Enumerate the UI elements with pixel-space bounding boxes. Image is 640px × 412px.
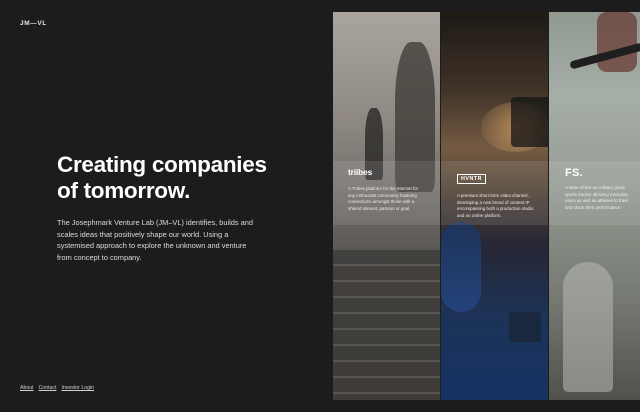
- page-headline: Creating companies of tomorrow.: [57, 152, 307, 204]
- site-logo[interactable]: JM—VL: [20, 20, 47, 27]
- footer-link-investor-login[interactable]: Investor Login: [61, 385, 94, 391]
- venture-panel-fs[interactable]: FS. A state-of-the-art military-grade sp…: [549, 12, 640, 400]
- venture-logo-hvntr: HVNTR: [457, 174, 487, 184]
- headline-line-2: of tomorrow.: [57, 178, 191, 203]
- footer-nav: About Contact Investor Login: [20, 385, 94, 391]
- venture-description: A state-of-the-art military-grade sports…: [565, 185, 629, 210]
- intro-paragraph: The Josephmark Venture Lab (JM–VL) ident…: [57, 218, 253, 262]
- venture-logo-triibes: triibes: [348, 167, 373, 177]
- hero-section: Creating companies of tomorrow. The Jose…: [57, 152, 307, 263]
- venture-logo-fs: FS.: [565, 167, 584, 179]
- footer-link-contact[interactable]: Contact: [39, 385, 57, 391]
- headline-line-1: Creating companies: [57, 152, 267, 177]
- venture-panels: triibes A Triibes platform for the Inter…: [333, 12, 640, 400]
- venture-description: A premium short-form video channel, deve…: [457, 193, 534, 218]
- venture-description: A Triibes platform for the Internet for …: [348, 186, 419, 211]
- venture-card: FS. A state-of-the-art military-grade sp…: [549, 161, 640, 225]
- venture-panel-triibes[interactable]: triibes A Triibes platform for the Inter…: [333, 12, 440, 400]
- venture-card: HVNTR A premium short-form video channel…: [441, 161, 548, 225]
- venture-card: triibes A Triibes platform for the Inter…: [333, 161, 440, 225]
- venture-panel-hvntr[interactable]: HVNTR A premium short-form video channel…: [441, 12, 548, 400]
- footer-link-about[interactable]: About: [20, 385, 34, 391]
